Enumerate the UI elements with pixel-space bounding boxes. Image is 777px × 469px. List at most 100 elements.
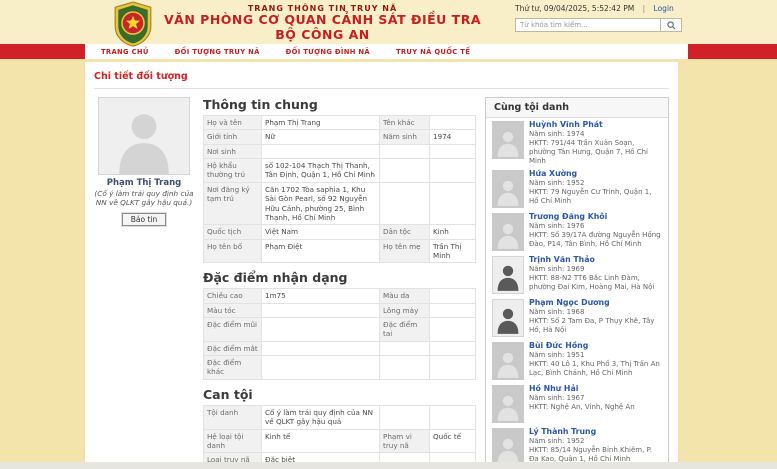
general-info-table: Họ và tên Phạm Thị Trang Tên khác Giới tính… <box>203 114 476 264</box>
related-person-name-link[interactable]: Bùi Đức Hồng <box>529 341 588 351</box>
field-label: Màu da <box>379 288 430 304</box>
field-value <box>429 114 476 131</box>
person-thumbnail-icon[interactable] <box>492 341 524 380</box>
field-value: Phạm Thị Trang <box>261 114 380 131</box>
search-bar <box>515 18 687 32</box>
field-value: Cố ý làm trái quy định của NN về QLKT gâ… <box>261 404 380 430</box>
related-person-name-link[interactable]: Hồ Như Hải <box>529 384 578 394</box>
table-row: Nơi đăng ký tạm trú Căn 1702 Tòa saphia 1… <box>203 181 476 226</box>
field-label: Quốc tịch <box>203 224 262 240</box>
page-title: Chi tiết đối tượng <box>94 71 188 82</box>
field-value: 1974 <box>429 129 476 145</box>
field-value: Việt Nam <box>261 224 380 240</box>
main-area: Chi tiết đối tượng Phạm Thị Trang (Cố ý … <box>0 59 777 469</box>
person-thumbnail-icon[interactable] <box>492 255 524 294</box>
subject-name: Phạm Thị Trang <box>106 178 182 188</box>
table-row: Chiều cao 1m75 Màu da <box>203 288 476 304</box>
field-value <box>429 302 476 319</box>
identification-table: Chiều cao 1m75 Màu da Màu tóc Lông mày Đặc đi… <box>203 288 476 380</box>
related-person-name-link[interactable]: Trịnh Văn Thảo <box>529 255 595 265</box>
field-value: Phạm Điệt <box>261 238 380 264</box>
subject-photo-column: Phạm Thị Trang (Cố ý làm trái quy định c… <box>94 97 194 469</box>
search-input[interactable] <box>515 18 661 32</box>
field-label: Phạm vi truy nã <box>379 428 430 454</box>
related-person-name-link[interactable]: Huỳnh Vĩnh Phát <box>529 120 603 130</box>
field-value: số 102-104 Thạch Thị Thanh, Tân Định, Qu… <box>261 158 380 183</box>
table-row: Quốc tịch Việt Nam Dân tộc Kinh <box>203 224 476 240</box>
field-label <box>379 143 430 160</box>
nav-right-accent <box>688 44 777 59</box>
related-list-item: Huỳnh Vĩnh Phát Năm sinh: 1974 HKTT: 791… <box>486 118 668 167</box>
related-list: Huỳnh Vĩnh Phát Năm sinh: 1974 HKTT: 791… <box>486 118 668 469</box>
field-label <box>379 340 430 357</box>
person-thumbnail-icon[interactable] <box>492 384 524 423</box>
field-value <box>261 340 380 357</box>
nav-left-accent <box>0 44 85 59</box>
field-label: Năm sinh <box>379 129 430 145</box>
subject-crime-caption: (Cố ý làm trái quy định của NN về QLKT g… <box>94 189 194 208</box>
nav-item-3[interactable]: TRUY NÃ QUỐC TẾ <box>396 48 470 56</box>
related-person-name-link[interactable]: Phạm Ngọc Dương <box>529 298 610 308</box>
person-thumbnail-icon[interactable] <box>492 212 524 251</box>
field-label: Họ và tên <box>203 114 262 131</box>
person-thumbnail-icon[interactable] <box>492 121 524 159</box>
field-value <box>429 288 476 304</box>
related-list-item: Hồ Như Hải Năm sinh: 1967 HKTT: Nghệ An,… <box>486 382 668 425</box>
field-label: Lông mày <box>379 302 430 319</box>
nav-item-0[interactable]: TRANG CHỦ <box>101 48 149 56</box>
site-title-line1: VĂN PHÒNG CƠ QUAN CẢNH SÁT ĐIỀU TRA <box>164 12 482 28</box>
field-value <box>429 143 476 160</box>
related-list-item: Phạm Ngọc Dương Năm sinh: 1968 HKTT: Số … <box>486 296 668 339</box>
field-value <box>429 355 476 380</box>
related-list-item: Bùi Đức Hồng Năm sinh: 1951 HKTT: 40 Lô … <box>486 339 668 382</box>
field-value <box>429 158 476 183</box>
field-value <box>261 355 380 380</box>
search-button[interactable] <box>661 18 682 32</box>
person-thumbnail-icon[interactable] <box>492 427 524 466</box>
field-value: Quốc tế <box>429 428 476 454</box>
field-label <box>379 158 430 183</box>
related-person-name-link[interactable]: Hứa Xường <box>529 169 577 179</box>
header-right: Thứ tư, 09/04/2025, 5:52:42 PM | Login <box>515 4 687 32</box>
field-label: Họ tên mẹ <box>379 238 430 264</box>
table-row: Tội danh Cố ý làm trái quy định của NN về… <box>203 404 476 430</box>
field-value: Kinh <box>429 224 476 240</box>
meta-divider: | <box>642 4 646 13</box>
table-row: Họ tên bố Phạm Điệt Họ tên mẹ Trần Thị Minh <box>203 238 476 264</box>
login-link[interactable]: Login <box>654 4 674 13</box>
field-value <box>261 143 380 160</box>
field-value <box>261 317 380 342</box>
detail-content: Phạm Thị Trang (Cố ý làm trái quy định c… <box>94 97 669 469</box>
related-list-item: Hứa Xường Năm sinh: 1952 HKTT: 79 Nguyễn… <box>486 167 668 210</box>
field-label: Nơi đăng ký tạm trú <box>203 181 262 226</box>
field-label: Họ tên bố <box>203 238 262 264</box>
nav-item-2[interactable]: ĐỐI TƯỢNG ĐÌNH NÃ <box>286 48 370 56</box>
table-row: Hộ khẩu thường trú số 102-104 Thạch Thị T… <box>203 158 476 183</box>
person-thumbnail-icon[interactable] <box>492 169 524 208</box>
table-row: Hệ loại tội danh Kinh tế Phạm vi truy nã Qu… <box>203 428 476 454</box>
person-thumbnail-icon[interactable] <box>492 298 524 337</box>
table-row: Đặc điểm mũi Đặc điểm tai <box>203 317 476 342</box>
related-sidebar-title: Cùng tội danh <box>486 98 668 118</box>
section-title-general: Thông tin chung <box>203 97 318 112</box>
field-value <box>429 404 476 430</box>
table-row: Đặc điểm mắt <box>203 340 476 357</box>
nav-item-1[interactable]: ĐỐI TƯỢNG TRUY NÃ <box>175 48 260 56</box>
site-titles: TRANG THÔNG TIN TRUY NÃ VĂN PHÒNG CƠ QUA… <box>164 2 481 42</box>
report-tip-button[interactable]: Báo tin <box>121 213 167 227</box>
table-row: Màu tóc Lông mày <box>203 302 476 319</box>
related-person-name-link[interactable]: Trương Đăng Khôi <box>529 212 607 222</box>
person-silhouette-icon <box>98 97 190 175</box>
site-header: TRANG THÔNG TIN TRUY NÃ VĂN PHÒNG CƠ QUA… <box>0 0 777 47</box>
related-list-item: Trương Đăng Khôi Năm sinh: 1976 HKTT: Số… <box>486 210 668 253</box>
related-person-name-link[interactable]: Lý Thành Trung <box>529 427 596 437</box>
field-value: Trần Thị Minh <box>429 238 476 264</box>
field-label: Giới tính <box>203 129 262 145</box>
crime-table: Tội danh Cố ý làm trái quy định của NN về… <box>203 404 476 469</box>
related-list-item: Trịnh Văn Thảo Năm sinh: 1969 HKTT: 88-N… <box>486 253 668 296</box>
table-row: Nơi sinh <box>203 143 476 160</box>
field-label: Hệ loại tội danh <box>203 428 262 454</box>
field-label: Màu tóc <box>203 302 262 319</box>
table-row: Họ và tên Phạm Thị Trang Tên khác <box>203 114 476 131</box>
field-label: Đặc điểm tai <box>379 317 430 342</box>
